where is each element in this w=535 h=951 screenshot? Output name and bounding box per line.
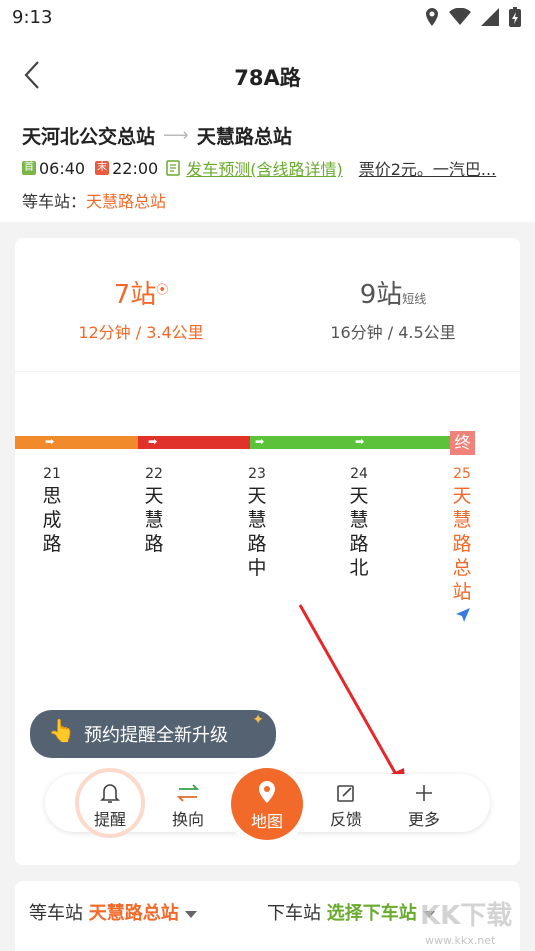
stop-number: 25	[453, 466, 471, 482]
route-from: 天河北公交总站	[22, 126, 156, 148]
hand-icon: 👆	[48, 719, 76, 744]
more-button[interactable]: 更多	[394, 780, 454, 830]
stop-number: 23	[248, 466, 266, 482]
nearest-bus-stat[interactable]: 7站⦿ 12分钟 / 3.4公里	[15, 274, 267, 343]
location-icon	[426, 8, 438, 26]
next-bus-detail: 16分钟 / 4.5公里	[330, 323, 456, 342]
stop-number: 22	[145, 466, 163, 482]
realtime-signal-icon: ⦿	[156, 282, 169, 297]
stop-item[interactable]: 21 思成路	[37, 466, 67, 556]
alight-station-select[interactable]: 下车站 选择下车站	[267, 899, 435, 925]
stop-name: 天慧路中	[247, 485, 267, 579]
remind-button[interactable]: 提醒	[80, 780, 140, 830]
last-bus-time: 22:00	[112, 158, 159, 178]
arrival-stats: 7站⦿ 12分钟 / 3.4公里 9站短线 16分钟 / 4.5公里	[15, 238, 520, 372]
alight-station-value: 选择下车站	[326, 903, 417, 924]
track-segment: ➡	[15, 435, 138, 449]
stop-item[interactable]: 25 天慧路总站	[447, 466, 477, 604]
waiting-stop-value[interactable]: 天慧路总站	[86, 192, 166, 211]
waiting-station-label: 等车站	[29, 903, 83, 924]
map-pin-icon	[259, 781, 275, 803]
top-nav: 78A路	[0, 38, 535, 118]
signal-icon	[481, 8, 499, 26]
last-bus-tag: 末	[95, 161, 110, 175]
route-arrow-icon: ⟶	[163, 125, 189, 146]
battery-icon	[509, 7, 521, 27]
nearest-bus-stops: 7站	[113, 280, 157, 310]
first-bus-tag: 首	[22, 161, 36, 175]
stop-item[interactable]: 22 天慧路	[139, 466, 169, 556]
waiting-station-select[interactable]: 等车站 天慧路总站	[29, 899, 197, 925]
sparkle-icon: ✦	[252, 712, 264, 728]
track-segment: ➡ ➡	[250, 435, 450, 449]
map-button[interactable]: 地图	[231, 768, 303, 840]
remind-label: 提醒	[93, 810, 126, 829]
annotation-arrow	[298, 604, 406, 792]
watermark-logo: KK下载	[420, 901, 513, 931]
stop-name: 天慧路	[144, 485, 164, 555]
track-segment: ➡	[138, 435, 250, 449]
next-bus-stops: 9站	[359, 280, 403, 310]
fare-info-link[interactable]: 票价2元。一汽巴...	[359, 156, 496, 180]
feedback-label: 反馈	[329, 810, 362, 829]
stop-name: 天慧路北	[349, 485, 369, 579]
stop-item[interactable]: 24 天慧路北	[344, 466, 374, 580]
status-time: 9:13	[12, 7, 53, 28]
swap-icon	[176, 784, 200, 802]
stop-name: 天慧路总站	[452, 485, 472, 603]
wifi-icon	[449, 8, 471, 25]
feedback-button[interactable]: 反馈	[316, 780, 376, 830]
plus-icon	[416, 785, 432, 801]
page-title: 78A路	[234, 66, 301, 90]
tooltip-text: 预约提醒全新升级	[84, 725, 228, 746]
document-icon	[166, 160, 180, 176]
bell-icon	[100, 784, 120, 803]
waiting-stop-label: 等车站：	[22, 192, 87, 211]
waiting-station-value: 天慧路总站	[88, 903, 179, 924]
route-endpoints: 天河北公交总站 ⟶ 天慧路总站	[22, 122, 292, 149]
departure-predict-link[interactable]: 发车预测(含线路详情)	[186, 156, 343, 180]
terminal-badge: 终	[450, 431, 475, 455]
edit-icon	[337, 785, 354, 802]
short-line-tag: 短线	[402, 292, 427, 306]
stop-number: 21	[43, 466, 61, 482]
route-info: 天河北公交总站 ⟶ 天慧路总站 首 06:40 末 22:00 发车预测(含线路…	[0, 118, 535, 222]
alight-station-label: 下车站	[267, 903, 321, 924]
switch-direction-button[interactable]: 换向	[158, 780, 218, 830]
waiting-stop-row: 等车站：天慧路总站	[22, 188, 166, 212]
next-bus-stat[interactable]: 9站短线 16分钟 / 4.5公里	[267, 274, 519, 343]
stop-item[interactable]: 23 天慧路中	[242, 466, 272, 580]
route-to: 天慧路总站	[196, 126, 292, 148]
watermark-url: www.kkx.net	[425, 934, 496, 947]
nearest-bus-detail: 12分钟 / 3.4公里	[78, 323, 204, 342]
switch-direction-label: 换向	[171, 810, 204, 829]
reminder-tooltip[interactable]: 👆 预约提醒全新升级 ✦	[30, 710, 276, 758]
first-bus-time: 06:40	[39, 158, 86, 178]
route-times: 首 06:40 末 22:00 发车预测(含线路详情) 票价2元。一汽巴...	[22, 156, 496, 180]
caret-down-icon	[184, 910, 197, 918]
stop-number: 24	[350, 466, 368, 482]
map-label: 地图	[250, 812, 283, 831]
current-location-icon	[456, 608, 470, 622]
status-bar: 9:13	[0, 0, 535, 38]
more-label: 更多	[407, 810, 440, 829]
stop-name: 思成路	[42, 485, 62, 555]
